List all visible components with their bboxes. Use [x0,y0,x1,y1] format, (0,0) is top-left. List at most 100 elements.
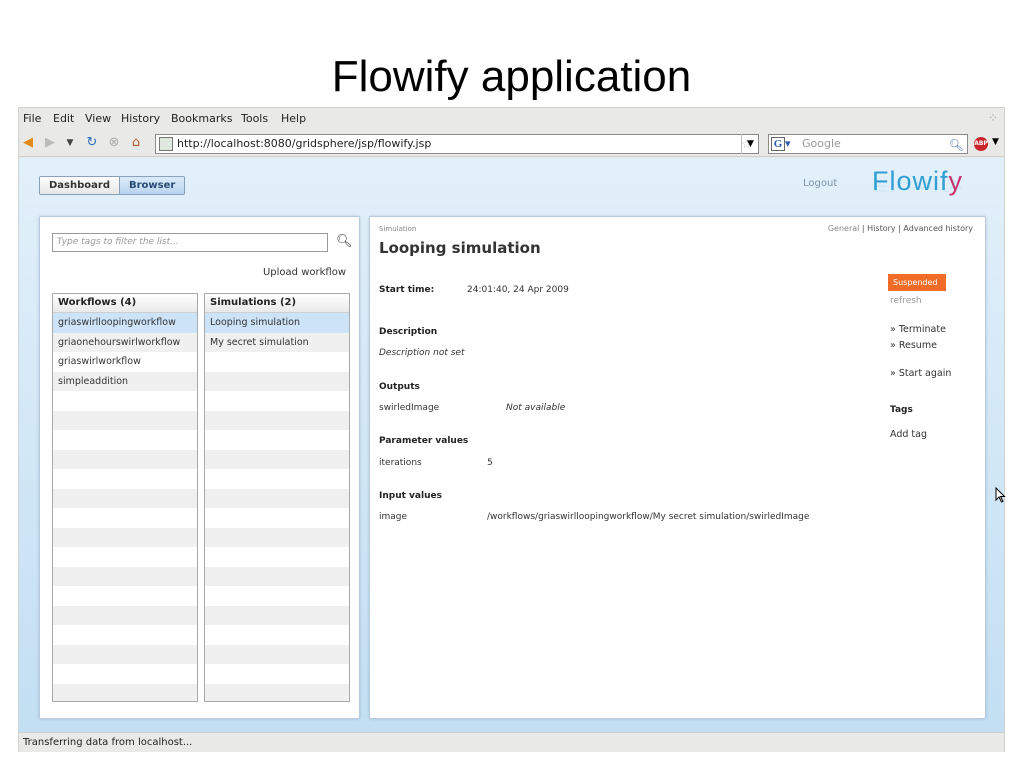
url-dropdown-icon[interactable]: ▼ [741,134,759,154]
empty-row [205,352,349,372]
search-engine-icon[interactable]: G ▾ [771,136,799,152]
workflow-list-item[interactable]: griaonehourswirlworkflow [53,332,197,352]
menu-view[interactable]: View [85,112,111,125]
search-bar[interactable]: G ▾ Google 🔍︎ [768,134,968,154]
output-name: swirledImage [379,403,440,413]
description-value: Description not set [379,348,465,358]
url-text: http://localhost:8080/gridsphere/jsp/flo… [177,137,432,150]
empty-row [205,469,349,489]
empty-row [53,605,197,625]
workflow-list-item[interactable]: griaswirlworkflow [53,352,197,372]
history-link[interactable]: History [867,224,895,233]
empty-row [53,508,197,528]
workflows-list: Workflows (4) griaswirlloopingworkflow gr… [52,293,198,702]
mouse-cursor-icon [995,487,1006,503]
simulations-header: Simulations (2) [205,294,349,313]
empty-row [53,527,197,547]
navigation-toolbar: ◀ ▶ ▼ ↻ ⊗ ⌂ http://localhost:8080/gridsp… [19,131,1004,157]
menu-file[interactable]: File [23,112,41,125]
adblock-icon[interactable]: ABP [974,137,988,151]
empty-row [205,683,349,701]
empty-row [205,508,349,528]
empty-row [205,664,349,684]
browser-window: File Edit View History Bookmarks Tools H… [18,107,1005,752]
menu-bar: File Edit View History Bookmarks Tools H… [19,108,1004,130]
status-bar: Transferring data from localhost... [19,732,1004,752]
site-favicon-icon [159,137,173,151]
menu-bookmarks[interactable]: Bookmarks [171,112,232,125]
input-value: /workflows/griaswirlloopingworkflow/My s… [487,512,810,522]
upload-workflow-link[interactable]: Upload workflow [263,267,346,278]
empty-row [53,430,197,450]
empty-row [205,488,349,508]
empty-row [53,664,197,684]
general-link[interactable]: General [828,224,860,233]
workflows-header: Workflows (4) [53,294,197,313]
advanced-history-link[interactable]: Advanced history [903,224,973,233]
tab-dashboard[interactable]: Dashboard [40,177,119,194]
empty-row [53,566,197,586]
description-label: Description [379,327,438,337]
empty-row [53,449,197,469]
history-dropdown-icon[interactable]: ▼ [63,136,77,150]
resume-link[interactable]: » Resume [890,340,937,351]
tag-filter-input[interactable]: Type tags to filter the list... [52,233,328,252]
forward-icon[interactable]: ▶ [43,136,57,150]
add-tag-link[interactable]: Add tag [890,429,927,440]
menu-tools[interactable]: Tools [241,112,268,125]
back-icon[interactable]: ◀ [21,136,35,150]
search-icon[interactable]: 🔍︎ [949,136,964,154]
empty-row [205,605,349,625]
main-tabs: Dashboard Browser [39,176,186,195]
logout-link[interactable]: Logout [803,178,837,189]
empty-row [205,430,349,450]
logo-reflection: Flowify [872,179,964,194]
empty-row [53,469,197,489]
search-icon[interactable]: 🔍︎ [336,234,353,249]
slide-title: Flowify application [331,52,692,101]
empty-row [53,547,197,567]
detail-links: General | History | Advanced history [827,224,973,233]
empty-row [205,527,349,547]
input-name: image [379,512,408,522]
empty-row [205,391,349,411]
stop-icon[interactable]: ⊗ [107,136,121,150]
tags-label: Tags [890,405,913,415]
start-time-value: 24:01:40, 24 Apr 2009 [467,285,569,295]
simulation-list-item[interactable]: Looping simulation [205,313,349,333]
start-time-label: Start time: [379,285,435,295]
section-label: Simulation [379,225,417,233]
parameter-name: iterations [379,458,422,468]
terminate-link[interactable]: » Terminate [890,324,946,335]
empty-row [53,586,197,606]
empty-row [53,488,197,508]
refresh-link[interactable]: refresh [890,296,922,306]
menu-edit[interactable]: Edit [53,112,74,125]
empty-row [53,410,197,430]
tab-browser[interactable]: Browser [119,177,185,194]
workflow-list-item[interactable]: griaswirlloopingworkflow [53,313,197,333]
status-badge: Suspended [888,274,946,291]
inputs-label: Input values [379,491,442,501]
reload-icon[interactable]: ↻ [85,136,99,150]
simulation-list-item[interactable]: My secret simulation [205,332,349,352]
search-placeholder: Google [802,137,841,150]
url-bar[interactable]: http://localhost:8080/gridsphere/jsp/flo… [155,134,759,154]
home-icon[interactable]: ⌂ [129,136,143,150]
simulation-title: Looping simulation [379,239,541,257]
start-again-link[interactable]: » Start again [890,368,951,379]
empty-row [205,410,349,430]
parameters-label: Parameter values [379,436,469,446]
workflow-list-item[interactable]: simpleaddition [53,371,197,391]
empty-row [205,586,349,606]
menu-help[interactable]: Help [281,112,306,125]
empty-row [205,371,349,391]
empty-row [53,644,197,664]
empty-row [53,625,197,645]
adblock-dropdown-icon[interactable]: ▼ [992,137,999,147]
output-value: Not available [506,403,566,413]
empty-row [53,391,197,411]
empty-row [205,644,349,664]
empty-row [205,547,349,567]
menu-history[interactable]: History [121,112,160,125]
